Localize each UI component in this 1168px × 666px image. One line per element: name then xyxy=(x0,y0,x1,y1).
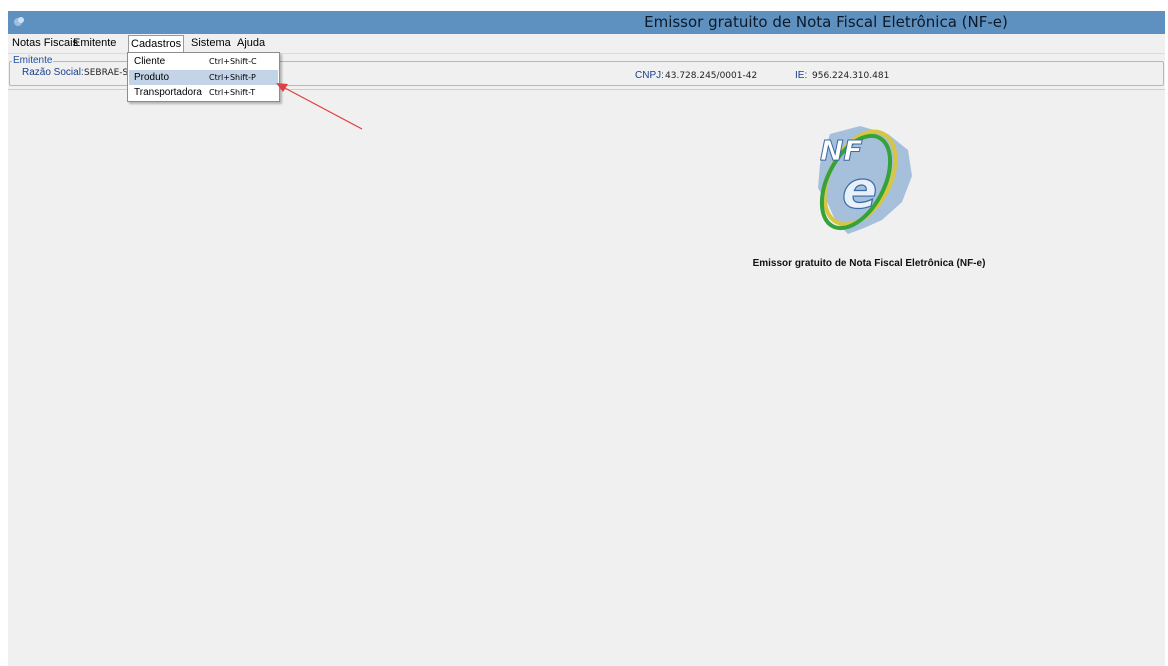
menu-cadastros[interactable]: Cadastros xyxy=(128,35,185,53)
app-caption: Emissor gratuito de Nota Fiscal Eletrôni… xyxy=(752,258,986,269)
menu-item-produto-shortcut: Ctrl+Shift-P xyxy=(209,73,256,82)
menu-bar: Notas Fiscais Emitente Cadastros Sistema… xyxy=(8,34,1165,54)
window-title: Emissor gratuito de Nota Fiscal Eletrôni… xyxy=(644,13,1008,31)
cnpj-label: CNPJ: xyxy=(635,70,664,81)
cnpj-value: 43.728.245/0001-42 xyxy=(665,71,758,81)
ie-value: 956.224.310.481 xyxy=(812,71,890,81)
menu-sistema[interactable]: Sistema xyxy=(188,36,234,51)
menu-item-produto-label: Produto xyxy=(134,72,170,83)
razao-social-value: SEBRAE-S xyxy=(84,68,129,78)
main-content xyxy=(8,89,1165,666)
emitente-group-title: Emitente xyxy=(12,55,54,67)
app-icon xyxy=(14,17,24,26)
menu-item-cliente[interactable]: Cliente Ctrl+Shift-C xyxy=(129,54,278,69)
menu-ajuda[interactable]: Ajuda xyxy=(234,36,268,51)
razao-social-label: Razão Social: xyxy=(22,67,84,78)
ie-label: IE: xyxy=(795,70,808,81)
app-window: Emissor gratuito de Nota Fiscal Eletrôni… xyxy=(8,11,1165,666)
menu-item-transportadora[interactable]: Transportadora Ctrl+Shift-T xyxy=(129,85,278,100)
title-bar[interactable]: Emissor gratuito de Nota Fiscal Eletrôni… xyxy=(8,11,1165,34)
menu-item-cliente-label: Cliente xyxy=(134,56,166,67)
menu-item-transportadora-shortcut: Ctrl+Shift-T xyxy=(209,88,256,97)
logo-e-text: e xyxy=(842,161,877,221)
nfe-logo: NF e xyxy=(818,126,912,234)
menu-item-cliente-shortcut: Ctrl+Shift-C xyxy=(209,57,257,66)
menu-item-transportadora-label: Transportadora xyxy=(134,87,202,98)
cadastros-dropdown: Cliente Ctrl+Shift-C Produto Ctrl+Shift-… xyxy=(127,52,280,102)
menu-emitente[interactable]: Emitente xyxy=(70,36,119,51)
menu-item-produto[interactable]: Produto Ctrl+Shift-P xyxy=(129,70,278,85)
